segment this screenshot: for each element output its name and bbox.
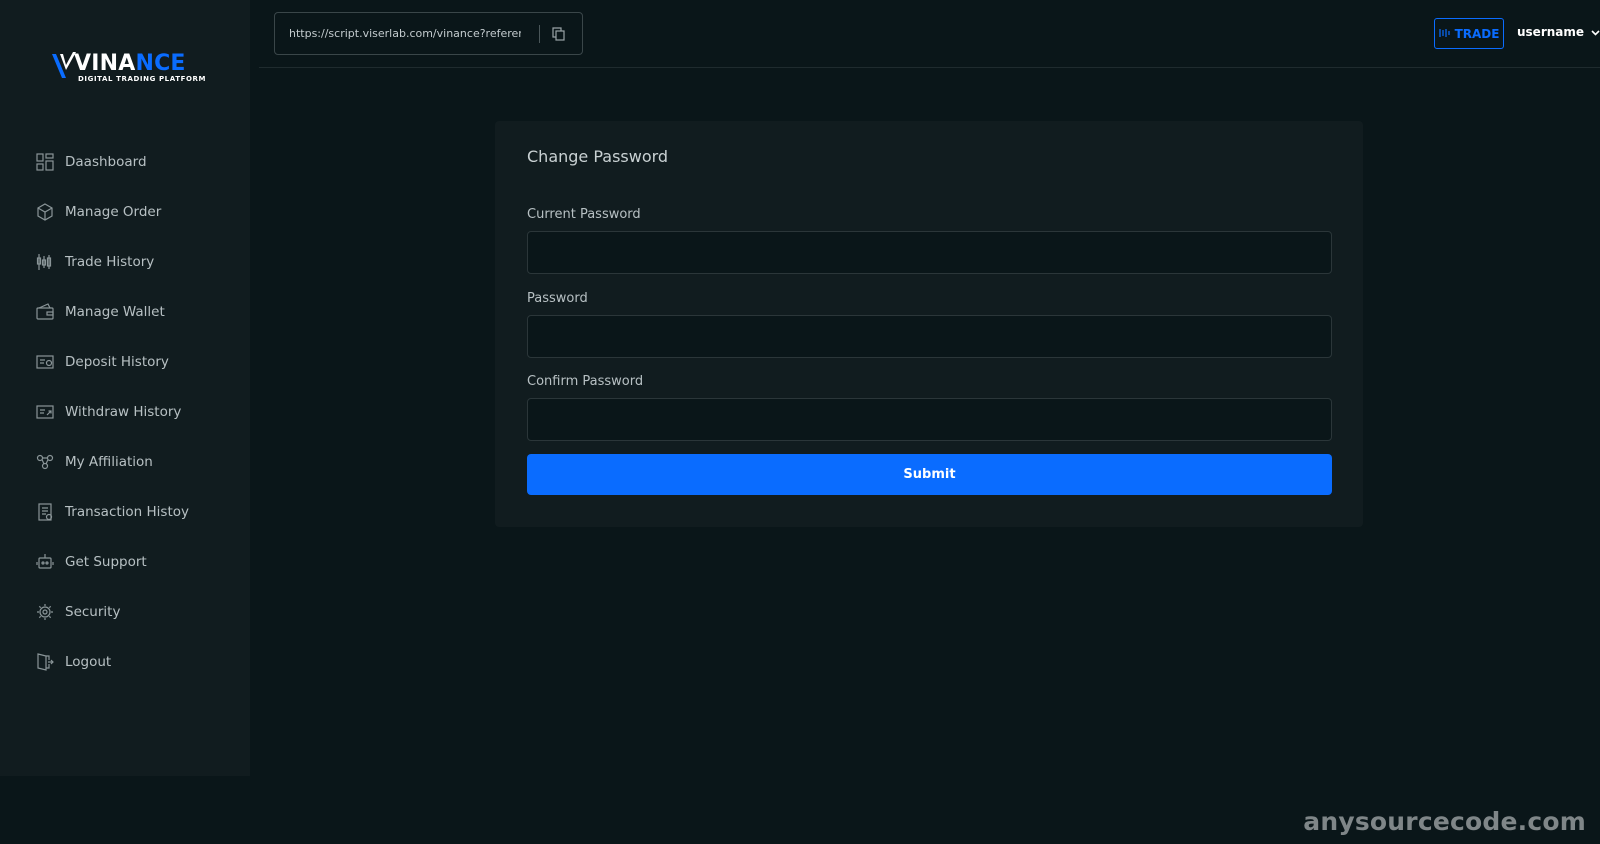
user-dropdown[interactable]: username bbox=[1517, 25, 1600, 39]
sidebar-item-dashboard[interactable]: Daashboard bbox=[0, 137, 250, 187]
sidebar-item-label: Deposit History bbox=[65, 354, 169, 370]
sidebar-item-label: My Affiliation bbox=[65, 454, 153, 470]
security-icon bbox=[36, 603, 54, 621]
logout-icon bbox=[36, 653, 54, 671]
sidebar-item-my-affiliation[interactable]: My Affiliation bbox=[0, 437, 250, 487]
referral-link-input[interactable] bbox=[287, 26, 523, 41]
sidebar: VINANCE DIGITAL TRADING PLATFORM Daashbo… bbox=[0, 0, 250, 776]
password-label: Password bbox=[527, 291, 588, 306]
affiliation-icon bbox=[36, 453, 54, 471]
trade-button-label: TRADE bbox=[1454, 26, 1500, 41]
candlestick-icon bbox=[36, 253, 54, 271]
current-password-field[interactable] bbox=[527, 231, 1332, 274]
password-field[interactable] bbox=[527, 315, 1332, 358]
deposit-icon bbox=[36, 353, 54, 371]
sidebar-item-trade-history[interactable]: Trade History bbox=[0, 237, 250, 287]
sidebar-item-label: Security bbox=[65, 604, 121, 620]
card-title: Change Password bbox=[527, 147, 669, 166]
divider bbox=[539, 24, 540, 43]
sidebar-item-label: Manage Order bbox=[65, 204, 162, 220]
withdraw-icon bbox=[36, 403, 54, 421]
sidebar-item-manage-wallet[interactable]: Manage Wallet bbox=[0, 287, 250, 337]
sidebar-item-label: Manage Wallet bbox=[65, 304, 165, 320]
confirm-password-label: Confirm Password bbox=[527, 374, 644, 389]
copy-icon[interactable] bbox=[548, 24, 568, 44]
sidebar-item-manage-order[interactable]: Manage Order bbox=[0, 187, 250, 237]
change-password-card: Change Password Current Password Passwor… bbox=[495, 121, 1363, 527]
sidebar-item-label: Withdraw History bbox=[65, 404, 182, 420]
sidebar-item-label: Logout bbox=[65, 654, 112, 670]
wallet-icon bbox=[36, 303, 54, 321]
current-password-label: Current Password bbox=[527, 207, 641, 222]
brand-name: VINANCE bbox=[74, 51, 186, 76]
sidebar-item-label: Transaction Histoy bbox=[65, 504, 189, 520]
sidebar-item-withdraw-history[interactable]: Withdraw History bbox=[0, 387, 250, 437]
sidebar-item-deposit-history[interactable]: Deposit History bbox=[0, 337, 250, 387]
confirm-password-field[interactable] bbox=[527, 398, 1332, 441]
support-icon bbox=[36, 553, 54, 571]
sidebar-item-security[interactable]: Security bbox=[0, 587, 250, 637]
username-label: username bbox=[1517, 25, 1585, 39]
sidebar-item-label: Daashboard bbox=[65, 154, 147, 170]
sidebar-item-label: Trade History bbox=[65, 254, 155, 270]
brand-logo[interactable]: VINANCE DIGITAL TRADING PLATFORM bbox=[52, 48, 205, 88]
top-bar: TRADE username bbox=[259, 0, 1600, 68]
trade-icon bbox=[1438, 27, 1451, 41]
brand-tagline: DIGITAL TRADING PLATFORM bbox=[78, 75, 207, 83]
submit-button[interactable]: Submit bbox=[527, 454, 1332, 495]
referral-link-box bbox=[274, 12, 583, 55]
watermark: anysourcecode.com bbox=[1303, 807, 1586, 836]
cube-icon bbox=[36, 203, 54, 221]
transaction-icon bbox=[36, 503, 54, 521]
trade-button[interactable]: TRADE bbox=[1434, 18, 1504, 49]
sidebar-item-get-support[interactable]: Get Support bbox=[0, 537, 250, 587]
sidebar-item-logout[interactable]: Logout bbox=[0, 637, 250, 687]
sidebar-item-transaction-history[interactable]: Transaction Histoy bbox=[0, 487, 250, 537]
sidebar-nav: Daashboard Manage Order Trade History Ma… bbox=[0, 137, 250, 687]
sidebar-item-label: Get Support bbox=[65, 554, 147, 570]
dashboard-icon bbox=[36, 153, 54, 171]
chevron-down-icon bbox=[1591, 25, 1600, 39]
